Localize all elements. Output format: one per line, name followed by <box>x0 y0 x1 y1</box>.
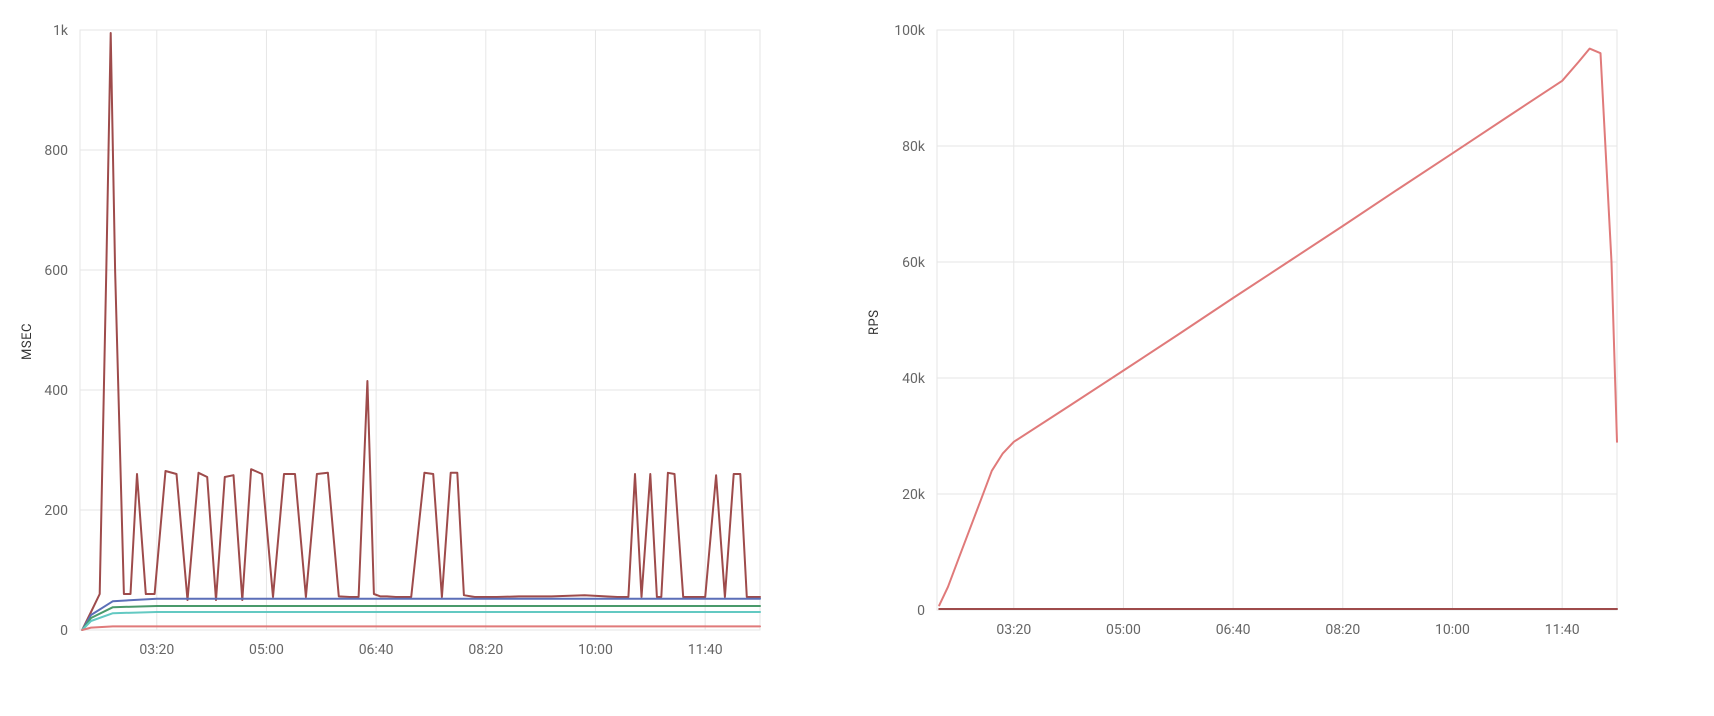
dashboard: MSEC 02004006008001k03:2005:0006:4008:20… <box>0 0 1714 716</box>
chart-x-tick-label: 08:20 <box>1325 622 1360 638</box>
chart-x-tick-label: 03:20 <box>996 622 1031 638</box>
latency-chart-panel: MSEC 02004006008001k03:2005:0006:4008:20… <box>0 0 857 716</box>
chart-y-tick-label: 400 <box>44 383 68 399</box>
latency-y-axis-label: MSEC <box>20 323 35 360</box>
throughput-chart-panel: RPS 020k40k60k80k100k03:2005:0006:4008:2… <box>857 0 1714 716</box>
chart-y-tick-label: 800 <box>44 143 68 159</box>
chart-x-tick-label: 06:40 <box>359 642 394 658</box>
chart-y-tick-label: 0 <box>917 603 925 619</box>
chart-y-tick-label: 100k <box>894 23 926 39</box>
chart-x-tick-label: 11:40 <box>688 642 723 658</box>
chart-x-tick-label: 05:00 <box>249 642 284 658</box>
throughput-y-axis-label: RPS <box>867 310 882 335</box>
chart-series-p99 <box>82 33 760 630</box>
chart-x-tick-label: 03:20 <box>139 642 174 658</box>
latency-plot-area[interactable]: 02004006008001k03:2005:0006:4008:2010:00… <box>80 30 760 630</box>
chart-x-tick-label: 11:40 <box>1545 622 1580 638</box>
chart-x-tick-label: 06:40 <box>1216 622 1251 638</box>
chart-x-tick-label: 10:00 <box>1435 622 1470 638</box>
chart-y-tick-label: 40k <box>902 371 926 387</box>
chart-series-p50 <box>82 626 760 630</box>
throughput-plot-svg: 020k40k60k80k100k03:2005:0006:4008:2010:… <box>937 30 1617 610</box>
chart-y-tick-label: 600 <box>44 263 68 279</box>
latency-plot-svg: 02004006008001k03:2005:0006:4008:2010:00… <box>80 30 760 630</box>
chart-y-tick-label: 1k <box>53 23 69 39</box>
chart-grid-border <box>937 30 1617 610</box>
throughput-plot-area[interactable]: 020k40k60k80k100k03:2005:0006:4008:2010:… <box>937 30 1617 610</box>
chart-series-rps <box>939 49 1617 606</box>
chart-y-tick-label: 20k <box>902 487 926 503</box>
chart-y-tick-label: 60k <box>902 255 926 271</box>
chart-y-tick-label: 200 <box>44 503 68 519</box>
chart-y-tick-label: 0 <box>60 623 68 639</box>
chart-series-p95 <box>82 599 760 630</box>
chart-y-tick-label: 80k <box>902 139 926 155</box>
chart-x-tick-label: 05:00 <box>1106 622 1141 638</box>
chart-x-tick-label: 08:20 <box>468 642 503 658</box>
chart-x-tick-label: 10:00 <box>578 642 613 658</box>
